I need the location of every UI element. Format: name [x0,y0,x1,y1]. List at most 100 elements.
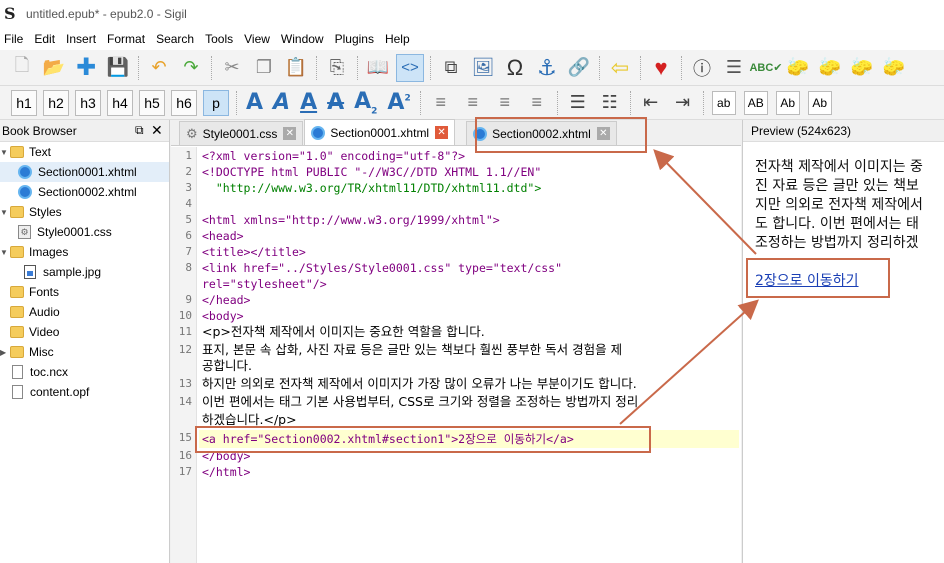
tree-file-content-opf[interactable]: content.opf [0,382,169,402]
heading-3-button[interactable]: h3 [75,89,101,116]
document-file-icon [12,385,23,399]
insert-link-icon[interactable]: 🔗 [565,54,593,82]
plugin-3-icon[interactable]: 🧽 [848,54,876,82]
insert-special-char-icon[interactable]: Ω [501,54,529,82]
copy-icon[interactable]: ❐ [250,54,278,82]
heading-2-button[interactable]: h2 [43,89,69,116]
numbered-list-icon[interactable]: ☷ [596,89,624,117]
save-icon[interactable]: 💾 [104,54,132,82]
tree-folder-fonts[interactable]: Fonts [0,282,169,302]
lowercase-button[interactable]: ab [711,90,736,115]
collapse-arrow-icon[interactable]: ▼ [0,148,10,157]
heading-4-button[interactable]: h4 [107,89,133,116]
toc-icon[interactable]: ☰ [720,54,748,82]
undo-icon[interactable]: ↶ [145,54,173,82]
menu-tools[interactable]: Tools [201,32,240,46]
insert-anchor-icon[interactable]: ⚓ [533,54,561,82]
find-icon[interactable]: ⎘ [323,54,351,82]
align-justify-icon[interactable]: ≡ [523,89,551,117]
line-number: 14 [178,395,192,408]
collapse-arrow-icon[interactable]: ▼ [0,208,10,217]
code-view-icon[interactable]: <> [396,53,424,82]
menu-file[interactable]: File [0,32,30,46]
menu-plugins[interactable]: Plugins [331,32,381,46]
menu-search[interactable]: Search [152,32,201,46]
float-panel-icon[interactable]: ⧉ [135,123,151,138]
heading-1-button[interactable]: h1 [11,89,37,116]
tree-folder-video[interactable]: Video [0,322,169,342]
tab-section0001-xhtml[interactable]: Section0001.xhtml ✕ [304,119,456,145]
align-center-icon[interactable]: ≡ [459,89,487,117]
tree-folder-audio[interactable]: Audio [0,302,169,322]
align-right-icon[interactable]: ≡ [491,89,519,117]
tree-label: Images [29,245,69,259]
open-folder-icon[interactable]: 📂 [40,54,68,82]
close-panel-icon[interactable]: ✕ [151,122,169,139]
new-file-icon[interactable]: 🗋 [8,54,36,82]
menu-window[interactable]: Window [277,32,331,46]
tree-file-style0001[interactable]: ⚙ Style0001.css [0,222,169,242]
xhtml-file-icon [473,126,488,141]
tree-file-section0002[interactable]: Section0002.xhtml [0,182,169,202]
tree-folder-misc[interactable]: ▶ Misc [0,342,169,362]
tree-folder-styles[interactable]: ▼ Styles [0,202,169,222]
line-number: 13 [178,377,192,390]
menu-help[interactable]: Help [381,32,417,46]
line-number: 8 [185,261,192,274]
toolbar-separator [236,90,237,115]
code-text-area[interactable]: 1 2 3 4 5 6 7 8 9 10 11 12 13 14 15 16 1… [171,147,741,563]
tab-section0002-xhtml[interactable]: Section0002.xhtml ✕ [466,121,617,145]
cut-icon[interactable]: ✂ [218,54,246,82]
close-tab-icon[interactable]: ✕ [596,127,610,140]
close-tab-icon[interactable]: ✕ [283,127,297,140]
heading-5-button[interactable]: h5 [139,89,165,116]
bold-icon[interactable]: A [246,90,263,115]
expand-arrow-icon[interactable]: ▶ [0,348,10,357]
decrease-indent-icon[interactable]: ⇤ [637,89,665,117]
paragraph-button[interactable]: p [203,89,229,116]
menu-edit[interactable]: Edit [30,32,62,46]
plugin-1-icon[interactable]: 🧽 [784,54,812,82]
paste-icon[interactable]: 📋 [282,54,310,82]
preview-chapter-link[interactable]: 2장으로 이동하기 [755,270,859,290]
tree-file-toc-ncx[interactable]: toc.ncx [0,362,169,382]
superscript-icon[interactable]: A2 [387,90,410,115]
tab-label: Section0001.xhtml [330,125,430,140]
plugin-2-icon[interactable]: 🧽 [816,54,844,82]
capitalize-button[interactable]: Ab [807,90,832,115]
strikethrough-icon[interactable]: A [327,90,344,115]
heading-6-button[interactable]: h6 [171,89,197,116]
subscript-icon[interactable]: A2 [354,89,377,116]
insert-image-icon[interactable]: 🖼 [469,54,497,82]
menu-view[interactable]: View [240,32,277,46]
metadata-info-icon[interactable]: ⓘ [688,54,716,82]
tree-folder-images[interactable]: ▼ Images [0,242,169,262]
italic-icon[interactable]: A [273,90,290,115]
bullet-list-icon[interactable]: ☰ [564,89,592,117]
tree-file-sample-jpg[interactable]: sample.jpg [0,262,169,282]
close-tab-icon[interactable]: ✕ [435,126,449,139]
collapse-arrow-icon[interactable]: ▼ [0,248,10,257]
menu-format[interactable]: Format [103,32,152,46]
sigil-logo-icon: S [4,4,16,23]
tree-folder-text[interactable]: ▼ Text [0,142,169,162]
underline-icon[interactable]: A [300,90,317,115]
titlecase-button[interactable]: Ab [775,90,800,115]
spellcheck-icon[interactable]: ABC✔ [749,54,782,82]
back-arrow-icon[interactable]: ⇦ [606,54,634,82]
add-plus-icon[interactable]: ✚ [72,54,100,82]
increase-indent-icon[interactable]: ⇥ [669,89,697,117]
line-number: 12 [178,343,192,356]
align-left-icon[interactable]: ≡ [427,89,455,117]
tree-file-section0001[interactable]: Section0001.xhtml [0,162,169,182]
book-view-icon[interactable]: 📖 [364,54,392,82]
donate-heart-icon[interactable]: ♥ [647,54,675,82]
uppercase-button[interactable]: AB [743,90,768,115]
plugin-4-icon[interactable]: 🧽 [880,54,908,82]
line-number: 11 [178,325,192,338]
menu-insert[interactable]: Insert [62,32,103,46]
code-line: <head> [202,229,244,243]
tab-style0001-css[interactable]: ⚙ Style0001.css ✕ [179,121,304,145]
split-view-icon[interactable]: ⧉ [437,54,465,82]
redo-icon[interactable]: ↷ [177,54,205,82]
